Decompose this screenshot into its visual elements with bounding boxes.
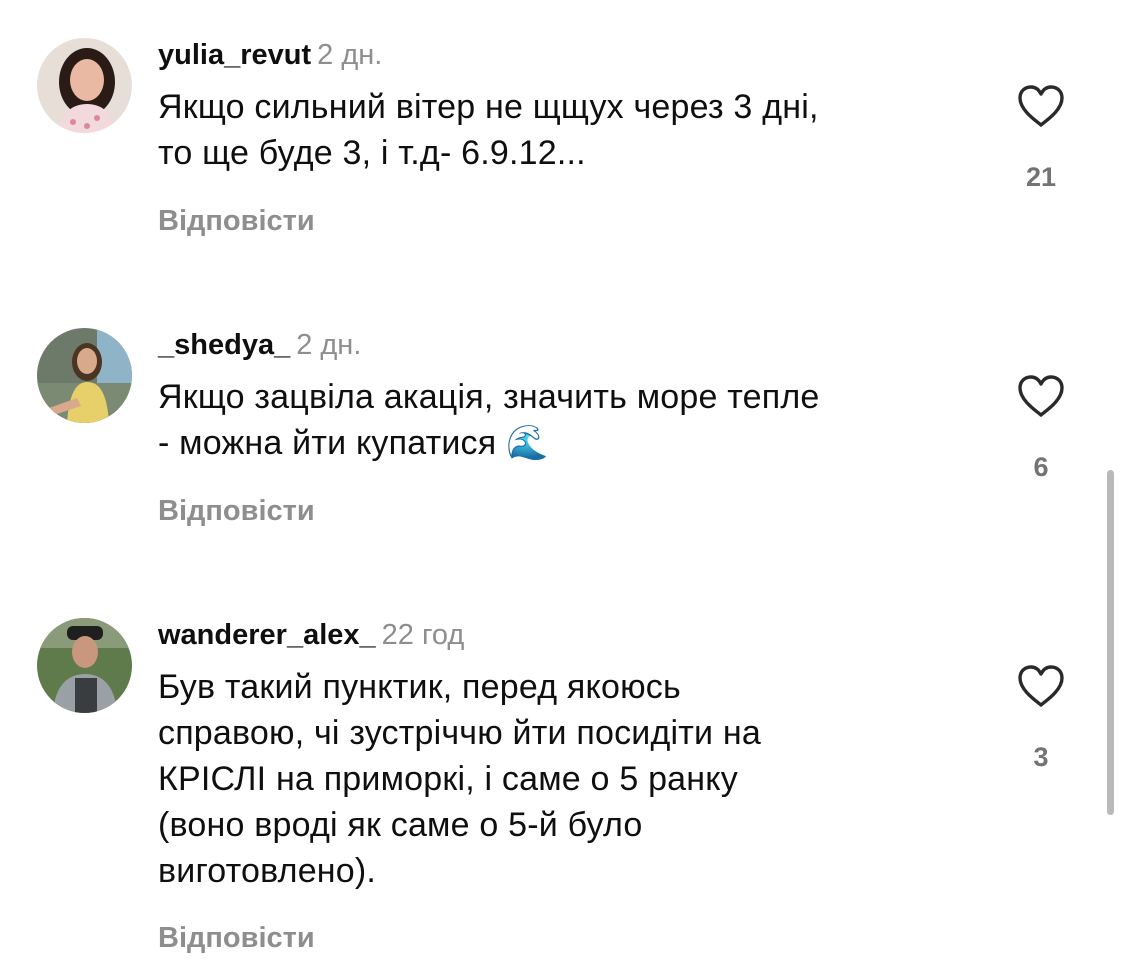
like-button[interactable] bbox=[1010, 374, 1072, 418]
username[interactable]: wanderer_alex_ bbox=[158, 619, 376, 651]
username[interactable]: yulia_revut bbox=[158, 39, 311, 71]
like-button[interactable] bbox=[1010, 664, 1072, 708]
reply-button[interactable]: Відповісти bbox=[158, 494, 315, 528]
timestamp: 2 дн. bbox=[296, 329, 362, 361]
timestamp: 22 год bbox=[381, 619, 465, 651]
reply-button[interactable]: Відповісти bbox=[158, 921, 315, 955]
comment-text: Якщо зацвіла акація, значить море тепле … bbox=[158, 374, 978, 466]
comment-text-line: - можна йти купатися 🌊 bbox=[158, 424, 549, 462]
heart-outline-icon bbox=[1010, 374, 1072, 418]
comment-text-line: виготовлено). bbox=[158, 852, 377, 890]
avatar-shedya[interactable] bbox=[37, 328, 132, 423]
comment-1: yulia_revut 2 дн. Якщо сильний вітер не щ… bbox=[0, 38, 1125, 278]
comment-text-line: Якщо сильний вітер не щщух через 3 дні, bbox=[158, 88, 819, 126]
heart-outline-icon bbox=[1010, 84, 1072, 128]
comment-header: wanderer_alex_ 22 год bbox=[158, 618, 464, 652]
comment-text-line: (воно вроді як саме о 5-й було bbox=[158, 806, 643, 844]
comment-text: Був такий пунктик, перед якоюсь справою,… bbox=[158, 664, 978, 894]
scrollbar[interactable] bbox=[1107, 470, 1114, 815]
like-count: 3 bbox=[1033, 742, 1049, 772]
like-count: 21 bbox=[1025, 162, 1057, 192]
like-count: 6 bbox=[1033, 452, 1049, 482]
comment-text-line: справою, чі зустріччю йти посидіти на bbox=[158, 714, 761, 752]
comment-3: wanderer_alex_ 22 год Був такий пунктик, … bbox=[0, 618, 1125, 958]
like-button[interactable] bbox=[1010, 84, 1072, 128]
comment-text-line: Був такий пунктик, перед якоюсь bbox=[158, 668, 681, 706]
username[interactable]: _shedya_ bbox=[158, 329, 290, 361]
comment-text-line: то ще буде 3, і т.д- 6.9.12... bbox=[158, 134, 586, 172]
comment-text-line: КРІСЛІ на приморкі, і саме о 5 ранку bbox=[158, 760, 738, 798]
heart-outline-icon bbox=[1010, 664, 1072, 708]
reply-button[interactable]: Відповісти bbox=[158, 204, 315, 238]
comment-header: yulia_revut 2 дн. bbox=[158, 38, 382, 72]
avatar-wanderer-alex[interactable] bbox=[37, 618, 132, 713]
comment-text: Якщо сильний вітер не щщух через 3 дні, … bbox=[158, 84, 978, 176]
comment-header: _shedya_ 2 дн. bbox=[158, 328, 361, 362]
timestamp: 2 дн. bbox=[317, 39, 383, 71]
comment-2: _shedya_ 2 дн. Якщо зацвіла акація, значи… bbox=[0, 328, 1125, 568]
avatar-yulia-revut[interactable] bbox=[37, 38, 132, 133]
comment-text-line: Якщо зацвіла акація, значить море тепле bbox=[158, 378, 820, 416]
